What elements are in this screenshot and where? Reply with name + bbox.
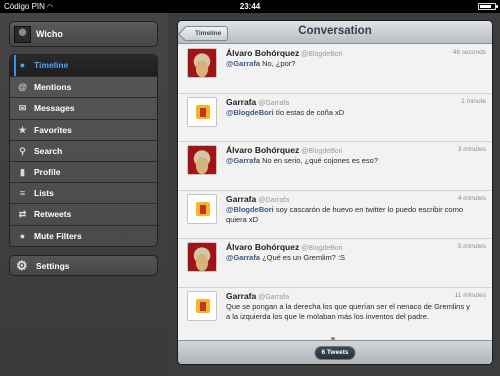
mention-link[interactable]: @Garrafa bbox=[226, 156, 260, 165]
sidebar: Wicho ● Timeline @ Mentions ✉ Messages ★… bbox=[0, 13, 168, 376]
tweet-time: 3 minutes bbox=[457, 146, 486, 153]
avatar[interactable] bbox=[187, 145, 217, 175]
sidebar-item-mute-filters[interactable]: ● Mute Filters bbox=[10, 224, 157, 246]
mention-link[interactable]: @BlogdeBori bbox=[226, 205, 274, 214]
author-handle: @BlogdeBori bbox=[301, 148, 343, 155]
author-handle: @Garrafa bbox=[258, 293, 290, 301]
clock: 23:44 bbox=[239, 2, 261, 11]
tweet-author: Álvaro Bohórquez @BlogdeBori bbox=[226, 145, 343, 155]
author-name: Álvaro Bohórquez bbox=[226, 48, 300, 58]
tweet-list[interactable]: Álvaro Bohórquez @BlogdeBori 48 seconds @… bbox=[178, 45, 492, 348]
mute-bubble-icon: ● bbox=[19, 230, 26, 241]
envelope-icon: ✉ bbox=[18, 103, 27, 114]
sidebar-item-label: Lists bbox=[34, 188, 54, 199]
retweet-icon: ⇄ bbox=[18, 209, 27, 220]
tweet-row[interactable]: Garrafa @Garrafa 1 minute @BlogdeBori tío… bbox=[178, 93, 492, 142]
tweet-row[interactable]: Álvaro Bohórquez @BlogdeBori 5 minutes @G… bbox=[178, 239, 492, 288]
tweet-text: @Garrafa No en serio, ¿qué cojones es es… bbox=[226, 156, 471, 166]
tweet-text: @Garrafa ¿Qué es un Gremlim? :S bbox=[226, 253, 471, 263]
sidebar-item-label: Messages bbox=[34, 103, 75, 114]
settings-label: Settings bbox=[36, 261, 70, 271]
author-name: Álvaro Bohórquez bbox=[226, 242, 300, 252]
status-bar: Código PIN ◠ 23:44 bbox=[0, 0, 500, 13]
tweet-row[interactable]: Álvaro Bohórquez @BlogdeBori 3 minutes @G… bbox=[178, 142, 492, 191]
mention-link[interactable]: @Garrafa bbox=[226, 59, 260, 68]
star-icon: ★ bbox=[18, 124, 27, 135]
tweet-text: @BlogdeBori tío estas de coña xD bbox=[226, 108, 471, 118]
tweet-row[interactable]: Álvaro Bohórquez @BlogdeBori 48 seconds @… bbox=[178, 45, 492, 94]
avatar[interactable] bbox=[187, 290, 217, 321]
settings-button[interactable]: ⚙ Settings bbox=[9, 255, 158, 276]
author-handle: @BlogdeBori bbox=[301, 51, 343, 58]
avatar[interactable] bbox=[187, 96, 217, 127]
tweet-time: 1 minute bbox=[461, 97, 486, 105]
sidebar-item-label: Retweets bbox=[34, 209, 72, 220]
tweet-body: No, ¿por? bbox=[260, 59, 296, 68]
tweet-row[interactable]: Garrafa @Garrafa 4 minutes @BlogdeBori so… bbox=[178, 190, 492, 239]
tweet-author: Álvaro Bohórquez @BlogdeBori bbox=[226, 48, 343, 58]
at-sign-icon: @ bbox=[18, 82, 27, 93]
tweet-body: tío estas de coña xD bbox=[273, 107, 345, 117]
tweet-row[interactable]: Garrafa @Garrafa 11 minutes Que se pongan… bbox=[178, 287, 492, 348]
active-indicator bbox=[14, 55, 16, 77]
tweet-body: ¿Qué es un Gremlim? :S bbox=[260, 253, 346, 262]
conversation-panel: Timeline Conversation Álvaro Bohórquez @B… bbox=[177, 20, 493, 365]
mention-link[interactable]: @Garrafa bbox=[226, 253, 260, 262]
tweet-body: Que se pongan a la derecha los que querí… bbox=[226, 301, 470, 321]
tweet-time: 4 minutes bbox=[457, 194, 486, 202]
author-handle: @Garrafa bbox=[258, 99, 290, 107]
sidebar-item-label: Profile bbox=[34, 166, 61, 177]
magnifier-icon: ⚲ bbox=[19, 145, 26, 156]
account-name: Wicho bbox=[36, 29, 63, 39]
sidebar-item-label: Timeline bbox=[34, 60, 69, 70]
author-handle: @BlogdeBori bbox=[301, 245, 343, 252]
mention-link[interactable]: @BlogdeBori bbox=[226, 108, 274, 117]
author-name: Garrafa bbox=[226, 96, 257, 107]
avatar[interactable] bbox=[187, 242, 217, 272]
conversation-navbar: Timeline Conversation bbox=[178, 21, 492, 44]
sidebar-item-label: Favorites bbox=[34, 124, 72, 135]
sidebar-item-messages[interactable]: ✉ Messages bbox=[10, 97, 157, 118]
tweet-text: @Garrafa No, ¿por? bbox=[226, 59, 471, 69]
tweet-time: 48 seconds bbox=[452, 49, 486, 56]
page-title: Conversation bbox=[298, 25, 372, 37]
tweet-text: @BlogdeBori soy cascarón de huevo en twi… bbox=[226, 205, 471, 225]
tweet-time: 5 minutes bbox=[457, 243, 486, 250]
author-handle: @Garrafa bbox=[258, 196, 290, 204]
conversation-footer: 6 Tweets bbox=[178, 340, 492, 364]
tweet-time: 11 minutes bbox=[454, 291, 486, 299]
tweet-body: No en serio, ¿qué cojones es eso? bbox=[260, 156, 378, 165]
tweet-author: Garrafa @Garrafa bbox=[226, 194, 289, 204]
sidebar-item-timeline[interactable]: ● Timeline bbox=[10, 55, 157, 77]
avatar[interactable] bbox=[187, 193, 217, 224]
person-icon: ▮ bbox=[20, 166, 25, 177]
tweet-author: Garrafa @Garrafa bbox=[226, 97, 289, 107]
sidebar-item-lists[interactable]: ≡ Lists bbox=[10, 182, 157, 203]
gear-icon: ⚙ bbox=[16, 258, 28, 273]
battery-icon bbox=[478, 3, 498, 10]
sidebar-item-favorites[interactable]: ★ Favorites bbox=[10, 118, 157, 140]
author-name: Álvaro Bohórquez bbox=[226, 145, 300, 155]
author-name: Garrafa bbox=[226, 193, 257, 204]
sidebar-item-label: Search bbox=[34, 145, 63, 156]
sidebar-item-label: Mute Filters bbox=[34, 230, 82, 241]
sidebar-item-label: Mentions bbox=[34, 82, 72, 93]
account-switcher[interactable]: Wicho bbox=[9, 21, 158, 47]
speech-bubble-icon: ● bbox=[19, 60, 26, 70]
sidebar-menu: ● Timeline @ Mentions ✉ Messages ★ Favor… bbox=[9, 54, 158, 247]
tweet-author: Garrafa @Garrafa bbox=[226, 291, 289, 301]
tweet-count-badge: 6 Tweets bbox=[314, 346, 356, 360]
sidebar-item-search[interactable]: ⚲ Search bbox=[10, 139, 157, 161]
battery-fill bbox=[480, 5, 492, 8]
tweet-author: Álvaro Bohórquez @BlogdeBori bbox=[226, 242, 343, 252]
author-name: Garrafa bbox=[226, 290, 257, 301]
avatar[interactable] bbox=[187, 48, 217, 78]
tweet-text: Que se pongan a la derecha los que querí… bbox=[226, 302, 471, 322]
sidebar-item-mentions[interactable]: @ Mentions bbox=[10, 76, 157, 97]
sidebar-item-profile[interactable]: ▮ Profile bbox=[10, 160, 157, 182]
account-avatar bbox=[14, 26, 31, 43]
list-icon: ≡ bbox=[19, 188, 26, 199]
sidebar-item-retweets[interactable]: ⇄ Retweets bbox=[10, 203, 157, 224]
